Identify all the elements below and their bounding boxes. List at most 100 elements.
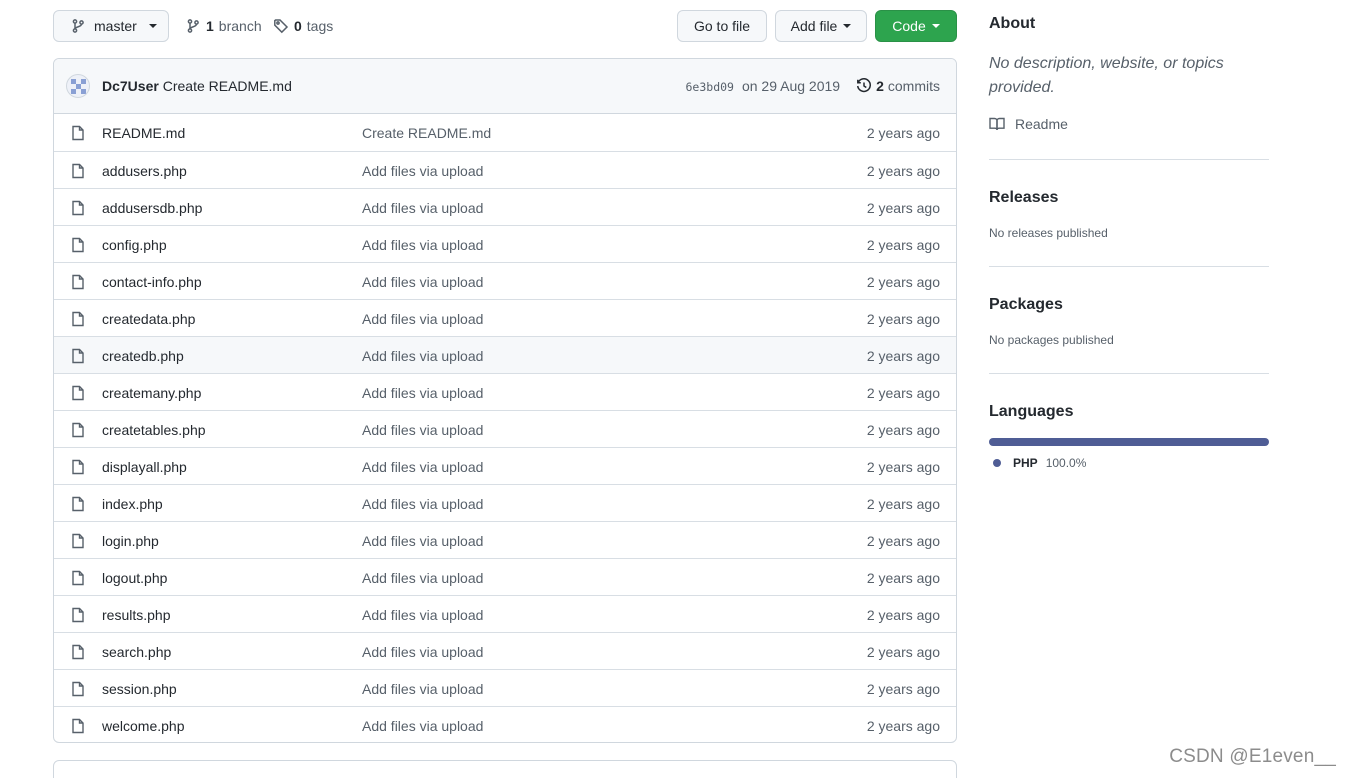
tags-link[interactable]: 0 tags [273,10,333,42]
file-commit-message[interactable]: Add files via upload [362,237,483,253]
commits-count: 2 [876,78,884,94]
book-icon [989,117,1005,131]
file-commit-age: 2 years ago [866,718,940,734]
avatar[interactable] [66,74,90,98]
file-commit-message[interactable]: Add files via upload [362,385,483,401]
file-name-link[interactable]: createdata.php [102,311,195,327]
file-name-link[interactable]: addusers.php [102,163,187,179]
file-name-link[interactable]: createdb.php [102,348,184,364]
table-row[interactable]: logout.php Add files via upload 2 years ag… [54,558,956,595]
file-commit-age: 2 years ago [866,274,940,290]
file-commit-age: 2 years ago [866,163,940,179]
language-bar [989,438,1269,446]
commit-author[interactable]: Dc7User [102,78,159,94]
file-commit-message[interactable]: Add files via upload [362,644,483,660]
commits-history-link[interactable]: 2 commits [856,78,940,94]
code-label: Code [892,18,926,34]
add-file-button[interactable]: Add file [775,10,867,42]
table-row[interactable]: createdata.php Add files via upload 2 year… [54,299,956,336]
packages-heading[interactable]: Packages [989,296,1063,314]
file-commit-message[interactable]: Add files via upload [362,422,483,438]
file-commit-message[interactable]: Add files via upload [362,459,483,475]
file-commit-age: 2 years ago [866,125,940,141]
file-commit-age: 2 years ago [866,385,940,401]
table-row[interactable]: login.php Add files via upload 2 years ago [54,521,956,558]
file-commit-message[interactable]: Add files via upload [362,607,483,623]
file-name-link[interactable]: config.php [102,237,167,253]
file-commit-age: 2 years ago [866,311,940,327]
commit-sha[interactable]: 6e3bd09 [686,80,734,94]
table-row[interactable]: createtables.php Add files via upload 2 ye… [54,410,956,447]
file-commit-message[interactable]: Add files via upload [362,274,483,290]
file-commit-age: 2 years ago [866,570,940,586]
branch-name: master [94,18,137,34]
file-icon [70,496,86,512]
file-commit-message[interactable]: Create README.md [362,125,491,141]
file-name-link[interactable]: displayall.php [102,459,187,475]
file-commit-message[interactable]: Add files via upload [362,311,483,327]
file-commit-age: 2 years ago [866,200,940,216]
file-commit-message[interactable]: Add files via upload [362,570,483,586]
file-name-link[interactable]: search.php [102,644,171,660]
releases-heading[interactable]: Releases [989,189,1058,207]
file-name-link[interactable]: createmany.php [102,385,201,401]
file-icon [70,274,86,290]
table-row[interactable]: session.php Add files via upload 2 years a… [54,669,956,706]
latest-commit-bar: Dc7User Create README.md 6e3bd09 on 29 A… [54,59,956,114]
releases-text: No releases published [989,226,1108,240]
table-row[interactable]: addusersdb.php Add files via upload 2 year… [54,188,956,225]
file-commit-message[interactable]: Add files via upload [362,200,483,216]
tags-count: 0 [294,18,302,34]
code-button[interactable]: Code [875,10,957,42]
file-name-link[interactable]: welcome.php [102,718,185,734]
file-icon [70,644,86,660]
languages-heading: Languages [989,403,1074,420]
branches-count: 1 [206,18,214,34]
table-row[interactable]: addusers.php Add files via upload 2 years … [54,151,956,188]
file-name-link[interactable]: session.php [102,681,177,697]
readme-label: Readme [1015,116,1068,132]
file-name-link[interactable]: logout.php [102,570,167,586]
file-name-link[interactable]: login.php [102,533,159,549]
file-commit-message[interactable]: Add files via upload [362,348,483,364]
go-to-file-button[interactable]: Go to file [677,10,767,42]
file-commit-message[interactable]: Add files via upload [362,718,483,734]
file-list: README.md Create README.md 2 years ago addu… [54,114,956,742]
file-commit-message[interactable]: Add files via upload [362,533,483,549]
file-commit-age: 2 years ago [866,422,940,438]
file-name-link[interactable]: createtables.php [102,422,206,438]
file-name-link[interactable]: results.php [102,607,170,623]
file-name-link[interactable]: contact-info.php [102,274,202,290]
table-row[interactable]: config.php Add files via upload 2 years ag… [54,225,956,262]
file-commit-message[interactable]: Add files via upload [362,163,483,179]
file-commit-message[interactable]: Add files via upload [362,681,483,697]
commit-meta: 6e3bd09 on 29 Aug 2019 2 commits [686,78,941,94]
file-browser: Dc7User Create README.md 6e3bd09 on 29 A… [53,58,957,743]
table-row[interactable]: displayall.php Add files via upload 2 year… [54,447,956,484]
commit-message[interactable]: Create README.md [163,78,292,94]
file-commit-message[interactable]: Add files via upload [362,496,483,512]
file-icon [70,385,86,401]
branches-link[interactable]: 1 branch [185,10,262,42]
table-row[interactable]: welcome.php Add files via upload 2 years a… [54,706,956,742]
table-row[interactable]: createmany.php Add files via upload 2 year… [54,373,956,410]
tag-icon [274,19,289,34]
file-name-link[interactable]: index.php [102,496,163,512]
table-row[interactable]: createdb.php Add files via upload 2 years … [54,336,956,373]
table-row[interactable]: contact-info.php Add files via upload 2 ye… [54,262,956,299]
table-row[interactable]: README.md Create README.md 2 years ago [54,114,956,151]
table-row[interactable]: index.php Add files via upload 2 years ago [54,484,956,521]
branch-selector-button[interactable]: master [53,10,169,42]
table-row[interactable]: search.php Add files via upload 2 years ag… [54,632,956,669]
readme-link[interactable]: Readme [989,116,1068,132]
file-name-link[interactable]: addusersdb.php [102,200,202,216]
watermark: CSDN @E1even__ [1169,746,1336,767]
file-icon [70,459,86,475]
chevron-down-icon [843,24,852,28]
file-commit-age: 2 years ago [866,496,940,512]
language-item-php[interactable]: PHP 100.0% [993,456,1086,470]
file-name-link[interactable]: README.md [102,125,185,141]
language-name: PHP [1013,456,1038,470]
table-row[interactable]: results.php Add files via upload 2 years a… [54,595,956,632]
git-branch-icon [72,19,84,33]
